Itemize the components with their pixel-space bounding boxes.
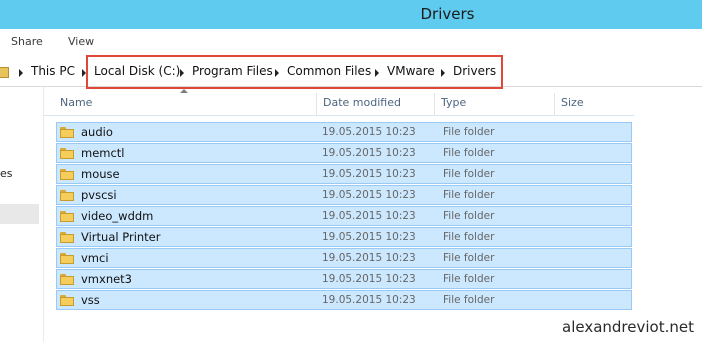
column-header-row: Name Date modified Type Size: [44, 93, 634, 116]
pane-splitter[interactable]: [43, 87, 44, 342]
item-type: File folder: [443, 231, 495, 243]
nav-item-label[interactable]: es: [0, 167, 13, 180]
path-highlight-box: [86, 55, 503, 89]
folder-icon: [60, 190, 74, 201]
item-type: File folder: [443, 210, 495, 222]
item-date-modified: 19.05.2015 10:23: [322, 126, 416, 138]
list-item[interactable]: mouse 19.05.2015 10:23 File folder: [56, 164, 632, 184]
item-type: File folder: [443, 126, 495, 138]
list-item[interactable]: Virtual Printer 19.05.2015 10:23 File fo…: [56, 227, 632, 247]
item-type: File folder: [443, 147, 495, 159]
item-name: Virtual Printer: [81, 230, 161, 244]
item-date-modified: 19.05.2015 10:23: [322, 189, 416, 201]
title-bar: Drivers: [0, 0, 702, 29]
list-item[interactable]: pvscsi 19.05.2015 10:23 File folder: [56, 185, 632, 205]
item-date-modified: 19.05.2015 10:23: [322, 168, 416, 180]
column-header-name[interactable]: Name: [54, 93, 317, 115]
breadcrumb-this-pc[interactable]: This PC: [31, 64, 75, 78]
column-header-date-modified[interactable]: Date modified: [317, 93, 435, 115]
folder-icon: [60, 253, 74, 264]
list-item[interactable]: video_wddm 19.05.2015 10:23 File folder: [56, 206, 632, 226]
nav-item-selected[interactable]: [0, 204, 39, 224]
list-item[interactable]: vmci 19.05.2015 10:23 File folder: [56, 248, 632, 268]
folder-icon: [60, 274, 74, 285]
folder-icon: [60, 232, 74, 243]
item-type: File folder: [443, 252, 495, 264]
item-type: File folder: [443, 294, 495, 306]
tab-share[interactable]: Share: [11, 35, 43, 48]
folder-icon: [60, 148, 74, 159]
item-name: pvscsi: [81, 188, 117, 202]
item-date-modified: 19.05.2015 10:23: [322, 273, 416, 285]
list-item[interactable]: audio 19.05.2015 10:23 File folder: [56, 122, 632, 142]
item-date-modified: 19.05.2015 10:23: [322, 210, 416, 222]
folder-icon: [60, 295, 74, 306]
folder-icon: [60, 127, 74, 138]
window-title: Drivers: [420, 5, 475, 23]
tab-view[interactable]: View: [68, 35, 94, 48]
item-name: audio: [81, 125, 113, 139]
item-date-modified: 19.05.2015 10:23: [322, 294, 416, 306]
item-name: vmxnet3: [81, 272, 133, 286]
folder-icon: [0, 67, 9, 78]
item-type: File folder: [443, 189, 495, 201]
column-header-size[interactable]: Size: [555, 93, 634, 115]
folder-icon: [60, 211, 74, 222]
item-name: vmci: [81, 251, 109, 265]
item-name: video_wddm: [81, 209, 154, 223]
chevron-right-icon[interactable]: [19, 69, 23, 77]
watermark-text: alexandreviot.net: [562, 318, 694, 336]
list-item[interactable]: vmxnet3 19.05.2015 10:23 File folder: [56, 269, 632, 289]
item-date-modified: 19.05.2015 10:23: [322, 231, 416, 243]
item-name: mouse: [81, 167, 120, 181]
item-name: vss: [81, 293, 100, 307]
list-item[interactable]: vss 19.05.2015 10:23 File folder: [56, 290, 632, 310]
ribbon-tabs: Share View: [0, 29, 702, 57]
item-date-modified: 19.05.2015 10:23: [322, 147, 416, 159]
item-type: File folder: [443, 273, 495, 285]
item-date-modified: 19.05.2015 10:23: [322, 252, 416, 264]
column-header-type[interactable]: Type: [435, 93, 555, 115]
item-name: memctl: [81, 146, 125, 160]
folder-icon: [60, 169, 74, 180]
item-type: File folder: [443, 168, 495, 180]
list-item[interactable]: memctl 19.05.2015 10:23 File folder: [56, 143, 632, 163]
navigation-pane: es: [0, 87, 44, 342]
